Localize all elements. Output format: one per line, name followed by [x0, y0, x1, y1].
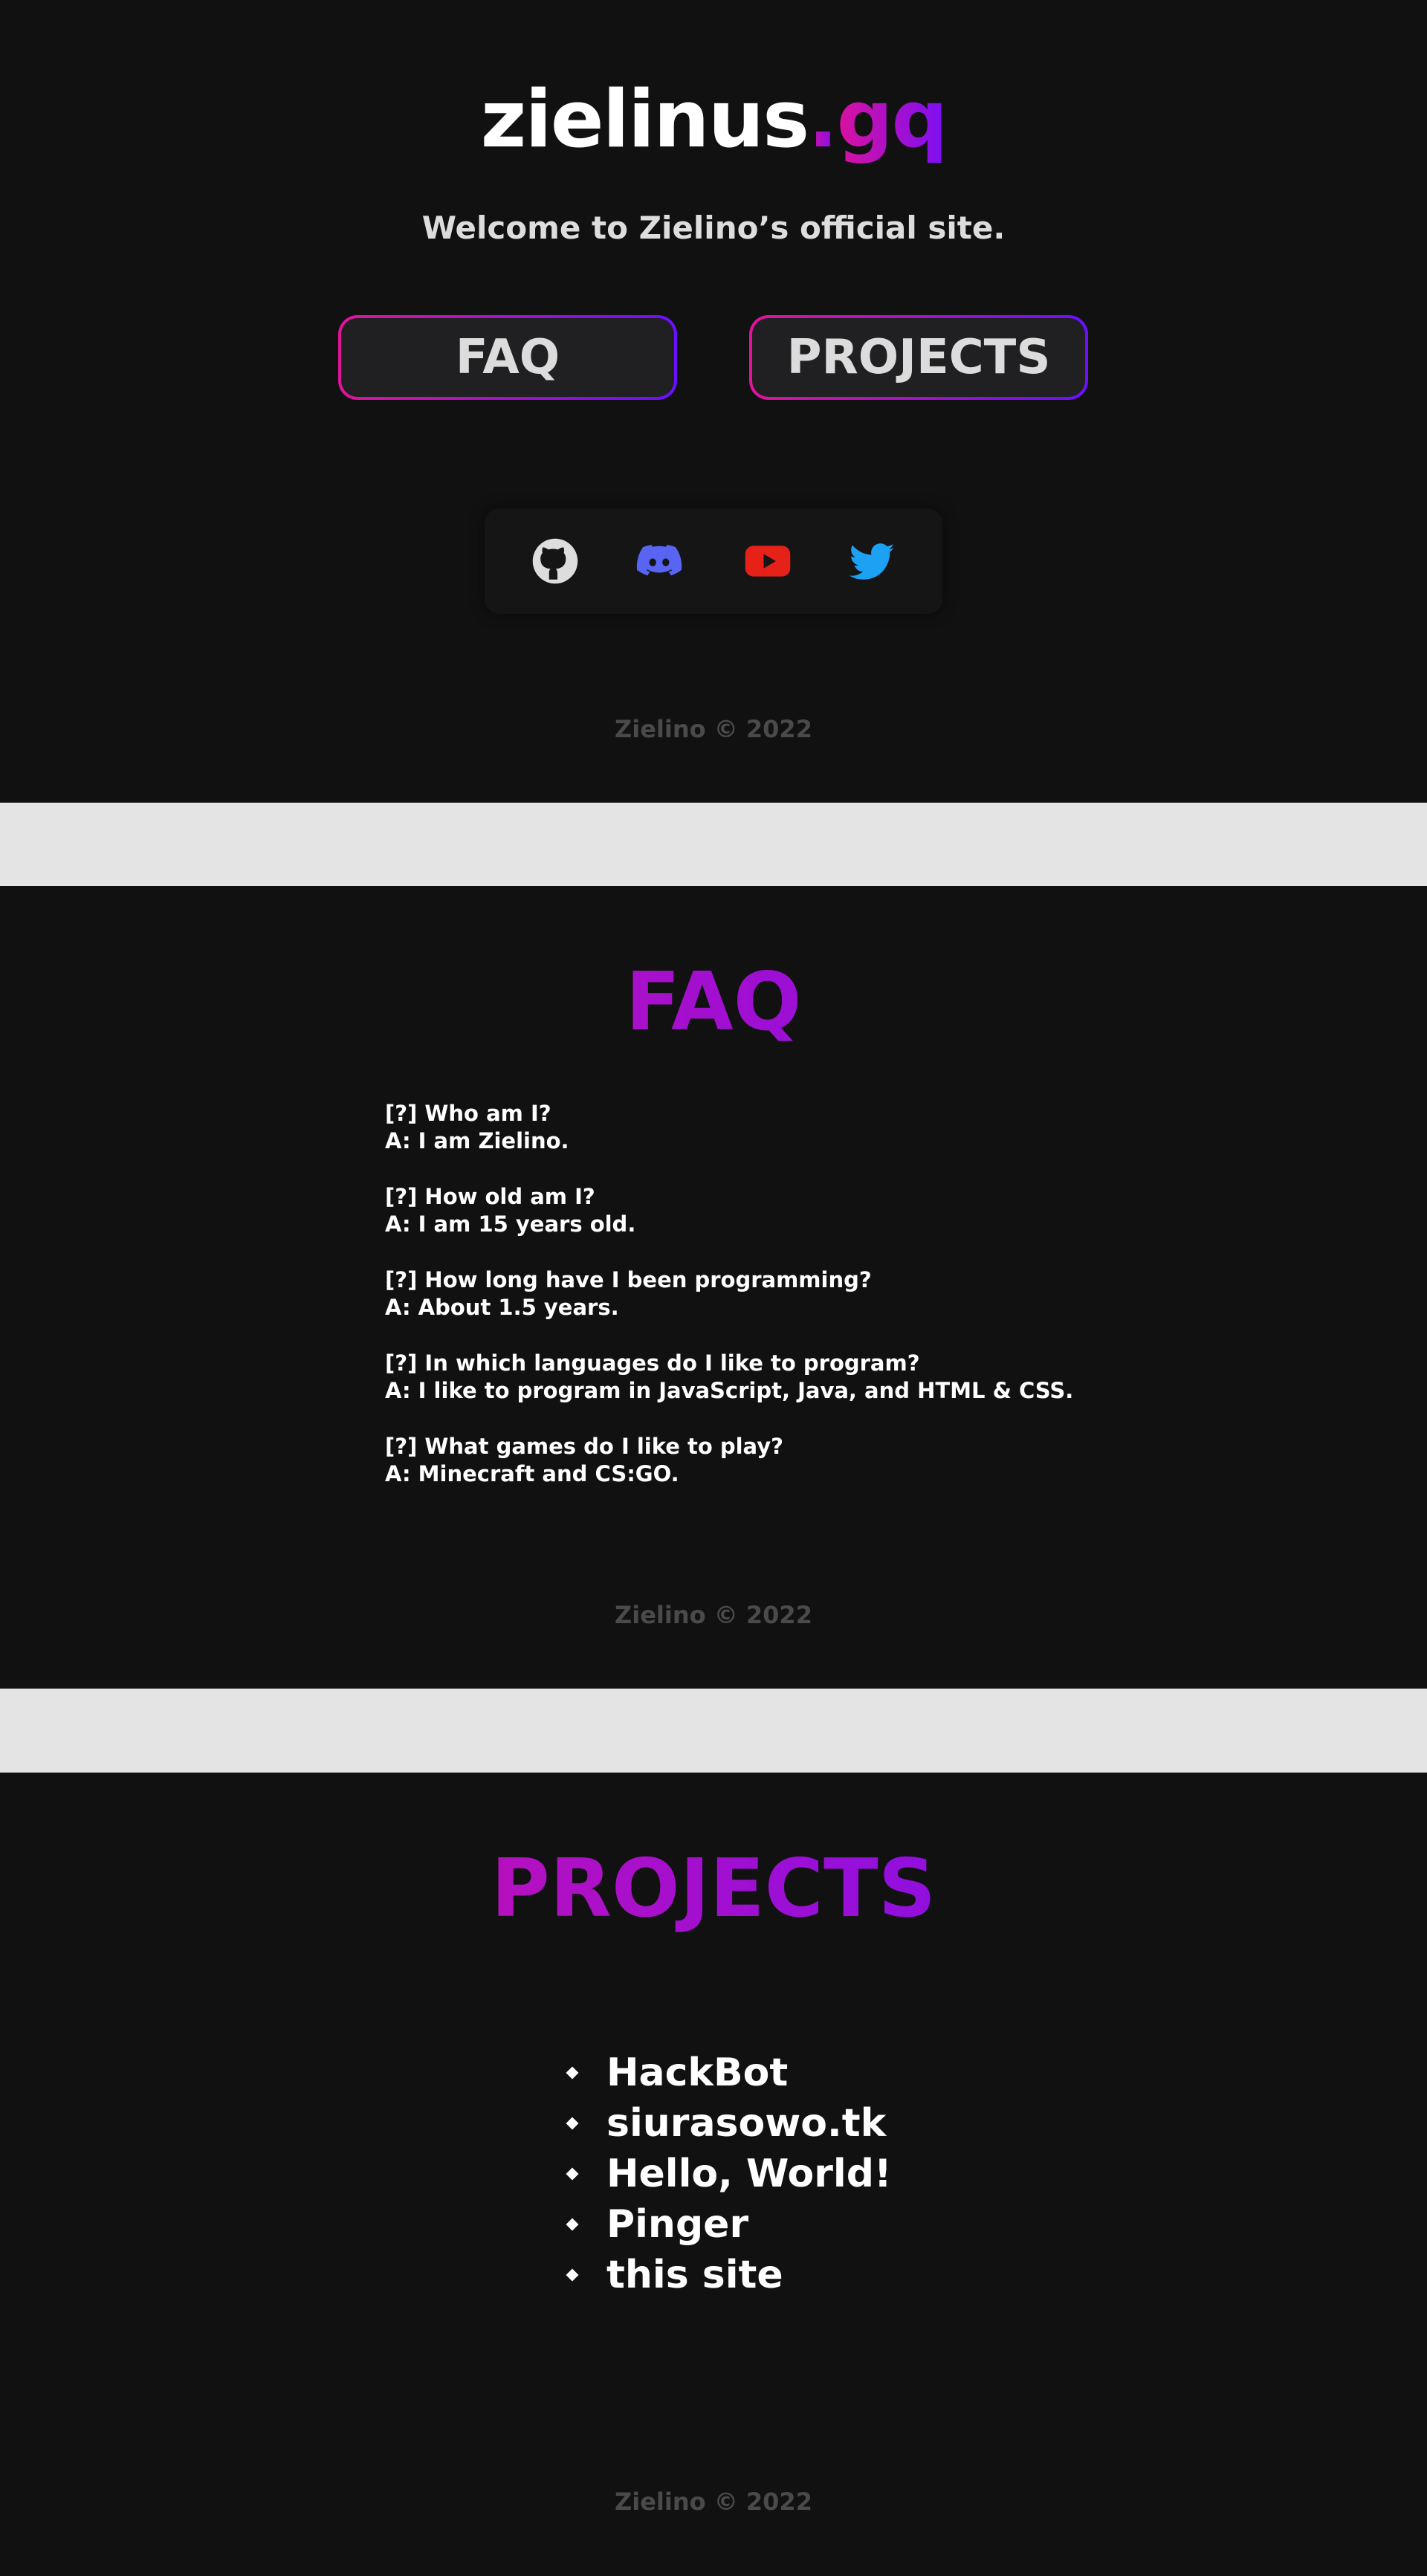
projects-section: PROJECTS HackBot siurasowo.tk Hello, Wor…: [0, 1773, 1427, 2576]
project-label: Hello, World!: [606, 2152, 892, 2196]
welcome-text: Welcome to Zielino’s official site.: [421, 210, 1006, 246]
faq-answer: A: I am 15 years old.: [385, 1211, 636, 1237]
faq-title: FAQ: [0, 954, 1427, 1051]
project-item-this-site[interactable]: this site: [566, 2250, 892, 2300]
faq-answer: A: I like to program in JavaScript, Java…: [385, 1378, 1074, 1403]
twitter-link[interactable]: [846, 535, 898, 587]
github-icon: [532, 538, 578, 584]
faq-question: [?] How old am I?: [385, 1184, 595, 1209]
project-item-hello-world[interactable]: Hello, World!: [566, 2149, 892, 2199]
project-label: Pinger: [606, 2202, 749, 2247]
diamond-bullet-icon: [566, 2268, 579, 2282]
discord-icon: [636, 545, 682, 576]
faq-item: [?] Who am I? A: I am Zielino.: [385, 1100, 1128, 1155]
project-label: this site: [606, 2253, 783, 2297]
faq-answer: A: Minecraft and CS:GO.: [385, 1461, 679, 1486]
social-links: [485, 508, 942, 614]
faq-item: [?] In which languages do I like to prog…: [385, 1350, 1128, 1405]
faq-question: [?] Who am I?: [385, 1101, 551, 1126]
faq-button-label: FAQ: [341, 318, 674, 397]
faq-item: [?] How long have I been programming? A:…: [385, 1266, 1128, 1321]
site-logo[interactable]: zielinus.gq: [0, 71, 1427, 168]
youtube-link[interactable]: [742, 535, 794, 587]
project-label: HackBot: [606, 2051, 789, 2095]
github-link[interactable]: [529, 535, 581, 587]
discord-link[interactable]: [633, 535, 685, 587]
diamond-bullet-icon: [566, 2117, 579, 2130]
logo-name: zielinus: [480, 74, 810, 165]
footer-copyright: Zielino © 2022: [615, 715, 812, 743]
projects-title: PROJECTS: [0, 1841, 1427, 1938]
home-section: zielinus.gq Welcome to Zielino’s officia…: [0, 0, 1427, 803]
faq-item: [?] What games do I like to play? A: Min…: [385, 1433, 1128, 1488]
project-item-hackbot[interactable]: HackBot: [566, 2048, 892, 2098]
faq-question: [?] In which languages do I like to prog…: [385, 1350, 920, 1376]
project-label: siurasowo.tk: [606, 2101, 887, 2146]
diamond-bullet-icon: [566, 2167, 579, 2181]
footer-copyright: Zielino © 2022: [615, 2488, 812, 2516]
diamond-bullet-icon: [566, 2218, 579, 2231]
youtube-icon: [745, 546, 791, 577]
faq-question: [?] How long have I been programming?: [385, 1267, 872, 1292]
projects-button[interactable]: PROJECTS: [749, 315, 1088, 400]
footer-copyright: Zielino © 2022: [615, 1601, 812, 1629]
faq-question: [?] What games do I like to play?: [385, 1434, 783, 1459]
faq-item: [?] How old am I? A: I am 15 years old.: [385, 1183, 1128, 1238]
logo-dot: .: [808, 74, 838, 165]
projects-button-label: PROJECTS: [752, 318, 1085, 397]
project-item-pinger[interactable]: Pinger: [566, 2199, 892, 2250]
faq-button[interactable]: FAQ: [338, 315, 677, 400]
logo-tld: gq: [836, 74, 948, 165]
project-item-siurasowo[interactable]: siurasowo.tk: [566, 2098, 892, 2149]
faq-answer: A: I am Zielino.: [385, 1128, 569, 1153]
diamond-bullet-icon: [566, 2066, 579, 2080]
faq-list: [?] Who am I? A: I am Zielino. [?] How o…: [385, 1100, 1128, 1516]
faq-section: FAQ [?] Who am I? A: I am Zielino. [?] H…: [0, 886, 1427, 1689]
projects-list: HackBot siurasowo.tk Hello, World! Pinge…: [566, 2048, 892, 2300]
faq-answer: A: About 1.5 years.: [385, 1295, 619, 1320]
twitter-icon: [849, 543, 895, 580]
